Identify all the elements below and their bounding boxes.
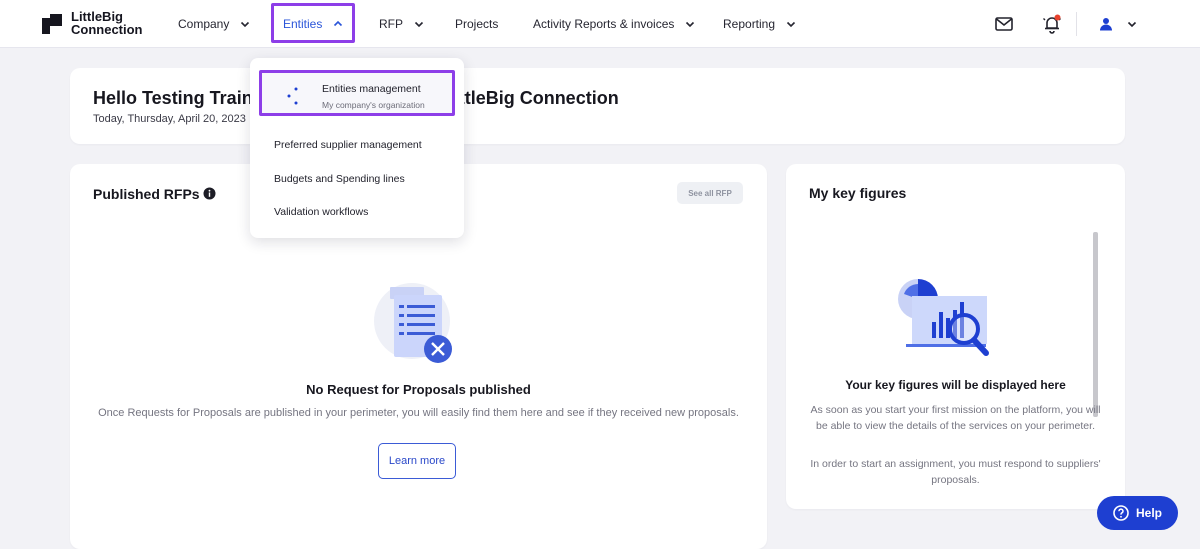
brand-line-2: Connection xyxy=(71,22,143,37)
menu-item-preferred-supplier-management[interactable]: Preferred supplier management xyxy=(274,139,422,151)
nav-rfp-label: RFP xyxy=(379,17,403,31)
loading-dots-icon xyxy=(287,87,298,105)
entities-management-label: Entities management xyxy=(322,83,421,95)
nav-projects-label: Projects xyxy=(455,17,499,31)
key-figures-card: My key figures Your key figures will be … xyxy=(786,164,1125,509)
greeting-title-left: Hello Testing Train xyxy=(93,88,253,108)
brand-name: LittleBig Connection xyxy=(71,10,143,36)
nav-reporting-label: Reporting xyxy=(723,17,776,31)
nav-entities-highlight xyxy=(271,3,355,43)
key-figures-text-2: In order to start an assignment, you mus… xyxy=(810,458,1101,486)
info-icon[interactable] xyxy=(203,187,216,200)
chevron-down-icon xyxy=(414,21,424,28)
nav-projects[interactable]: Projects xyxy=(455,0,498,48)
help-label: Help xyxy=(1135,506,1162,520)
help-button[interactable]: Help xyxy=(1097,496,1178,530)
menu-item-budgets-spending-lines[interactable]: Budgets and Spending lines xyxy=(274,173,405,185)
divider xyxy=(1076,12,1077,36)
key-figures-text-1: As soon as you start your first mission … xyxy=(810,404,1101,432)
mail-icon[interactable] xyxy=(992,12,1016,36)
nav-company[interactable]: Company xyxy=(178,0,251,48)
learn-more-button[interactable]: Learn more xyxy=(378,443,456,479)
no-rfp-illustration xyxy=(374,283,452,363)
account-menu-chevron-down-icon[interactable] xyxy=(1120,12,1144,36)
published-rfps-title: Published RFPs xyxy=(93,186,200,202)
greeting-card: Hello Testing Train ttleBig Connection To… xyxy=(70,68,1125,144)
entities-management-subtitle: My company's organization xyxy=(322,100,425,110)
greeting-title-right: ttleBig Connection xyxy=(458,88,619,108)
nav-reporting[interactable]: Reporting xyxy=(723,0,797,48)
no-rfp-text: Once Requests for Proposals are publishe… xyxy=(98,407,739,419)
menu-item-entities-management[interactable]: Entities management My company's organiz… xyxy=(259,70,455,116)
user-icon[interactable] xyxy=(1094,12,1118,36)
chevron-down-icon xyxy=(241,21,250,28)
entities-dropdown-menu: Entities management My company's organiz… xyxy=(250,58,464,238)
key-figures-heading: Your key figures will be displayed here xyxy=(845,378,1066,392)
question-icon xyxy=(1113,505,1129,521)
key-figures-illustration xyxy=(898,279,989,356)
greeting-date: Today, Thursday, April 20, 2023 xyxy=(93,113,246,125)
nav-activity-reports-label: Activity Reports & invoices xyxy=(533,17,675,31)
see-all-rfp-button[interactable]: See all RFP xyxy=(677,182,743,204)
no-rfp-title: No Request for Proposals published xyxy=(306,382,531,397)
nav-company-label: Company xyxy=(178,17,230,31)
key-figures-title: My key figures xyxy=(809,185,907,201)
chevron-down-icon xyxy=(686,21,695,28)
menu-item-validation-workflows[interactable]: Validation workflows xyxy=(274,206,368,218)
bell-icon[interactable] xyxy=(1040,12,1064,36)
logo-mark-icon xyxy=(42,14,62,34)
nav-activity-reports[interactable]: Activity Reports & invoices xyxy=(533,0,696,48)
chevron-down-icon xyxy=(786,21,796,28)
top-navigation-bar: LittleBig Connection Company Entities RF… xyxy=(0,0,1200,48)
nav-rfp[interactable]: RFP xyxy=(379,0,425,48)
